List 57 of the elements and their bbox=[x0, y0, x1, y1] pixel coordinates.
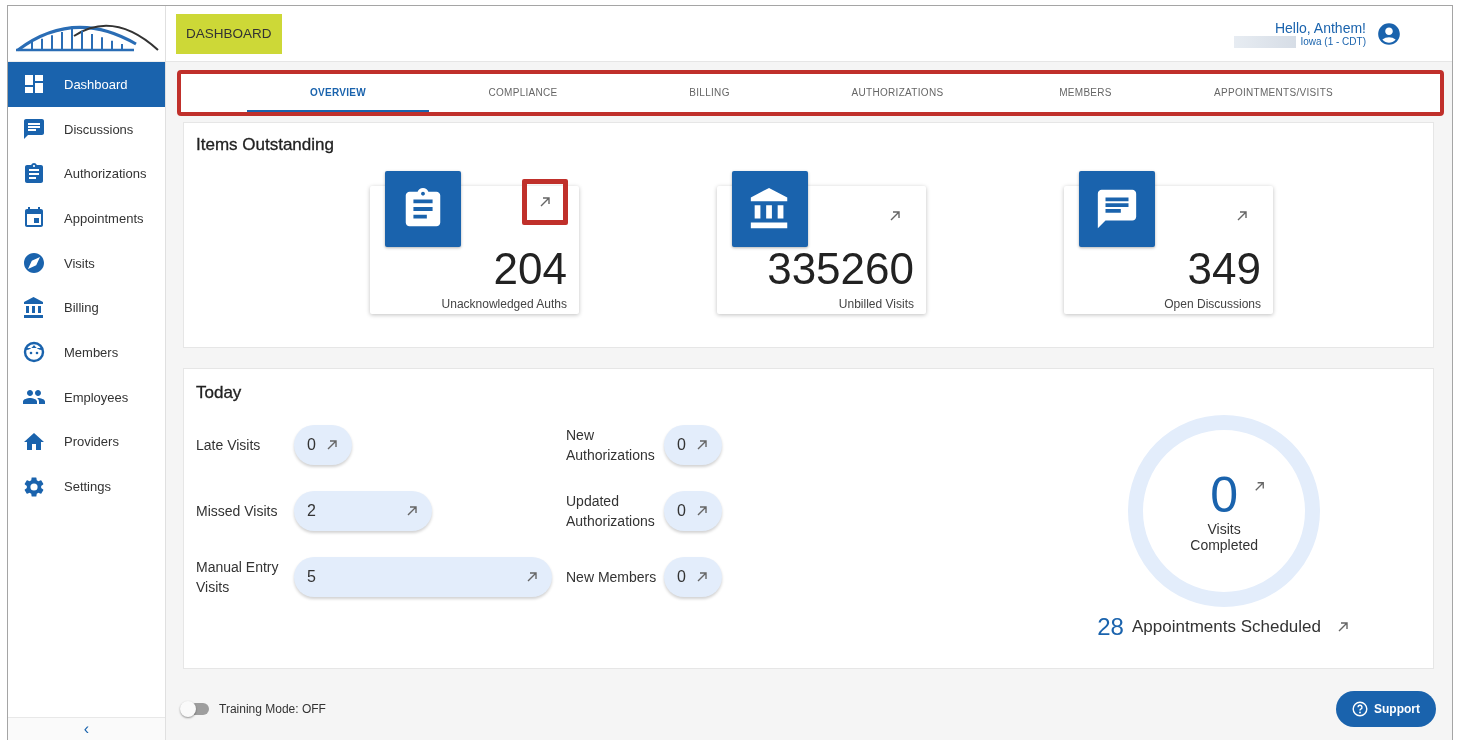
metric-label: Late Visits bbox=[196, 436, 262, 455]
stat-label: Unacknowledged Auths bbox=[441, 297, 567, 311]
nav-item[interactable]: Visits bbox=[8, 240, 165, 286]
metric-pill[interactable]: 2 bbox=[294, 491, 432, 531]
location-text: Iowa (1 - CDT) bbox=[1300, 36, 1366, 47]
metric-label: Manual Entry Visits bbox=[196, 558, 280, 597]
training-toggle[interactable] bbox=[183, 702, 209, 715]
greeting-text: Hello, Anthem! bbox=[1274, 19, 1366, 36]
metric-pill[interactable]: 0 bbox=[294, 425, 352, 465]
metric-label: Updated Authorizations bbox=[566, 492, 656, 531]
help-icon bbox=[1352, 700, 1368, 717]
training-mode-label: Training Mode: OFF bbox=[219, 701, 326, 716]
face-icon bbox=[22, 340, 46, 365]
visits-completed-value: 0 bbox=[1210, 469, 1239, 521]
metric-pill[interactable]: 0 bbox=[664, 557, 722, 597]
tab[interactable]: BILLING bbox=[617, 74, 802, 112]
metric-label: New Members bbox=[566, 568, 658, 587]
nav-item[interactable]: Appointments bbox=[8, 196, 165, 241]
stat-value: 204 bbox=[493, 245, 567, 293]
nav-item[interactable]: Dashboard bbox=[8, 62, 165, 107]
appointments-value: 28 bbox=[1097, 613, 1124, 641]
stat-label: Unbilled Visits bbox=[838, 297, 914, 311]
open-link[interactable] bbox=[522, 179, 568, 225]
redacted-text bbox=[1234, 35, 1297, 48]
stat-value: 335260 bbox=[767, 245, 914, 293]
tab[interactable]: MEMBERS bbox=[993, 74, 1178, 112]
metric-pill[interactable]: 5 bbox=[294, 557, 552, 597]
clipboard-icon bbox=[22, 161, 46, 186]
compass-icon bbox=[22, 251, 46, 276]
section-title: Today bbox=[196, 383, 243, 403]
tab[interactable]: AUTHORIZATIONS bbox=[805, 74, 990, 112]
page-title: DASHBOARD bbox=[176, 13, 282, 54]
metric-label: New Authorizations bbox=[566, 426, 656, 465]
metric-pill[interactable]: 0 bbox=[664, 491, 722, 531]
metric-pill[interactable]: 0 bbox=[664, 425, 722, 465]
nav-item[interactable]: Billing bbox=[8, 285, 165, 331]
nav-item[interactable]: Providers bbox=[8, 419, 165, 465]
stat-label: Open Discussions bbox=[1164, 297, 1261, 311]
bank-icon bbox=[22, 295, 46, 320]
tab[interactable]: APPOINTMENTS/VISITS bbox=[1181, 74, 1366, 112]
visits-completed-label: Visits Completed bbox=[1189, 521, 1259, 553]
settings-icon bbox=[22, 474, 46, 499]
section-title: Items Outstanding bbox=[196, 135, 335, 155]
nav-item[interactable]: Settings bbox=[8, 464, 165, 509]
tab[interactable]: OVERVIEW bbox=[247, 74, 429, 112]
nav-item[interactable]: Discussions bbox=[8, 106, 165, 152]
account-icon[interactable] bbox=[1376, 20, 1402, 47]
nav-item[interactable]: Authorizations bbox=[8, 151, 165, 197]
nav-item[interactable]: Members bbox=[8, 330, 165, 375]
tab[interactable]: COMPLIANCE bbox=[432, 74, 614, 112]
support-button[interactable]: Support bbox=[1336, 690, 1436, 727]
appointments-label: Appointments Scheduled bbox=[1131, 617, 1321, 637]
collapse-button[interactable]: ‹ bbox=[79, 718, 94, 740]
metric-label: Missed Visits bbox=[196, 502, 279, 521]
chat-icon bbox=[22, 117, 46, 142]
stat-value: 349 bbox=[1187, 245, 1261, 293]
nav-item[interactable]: Employees bbox=[8, 374, 165, 420]
